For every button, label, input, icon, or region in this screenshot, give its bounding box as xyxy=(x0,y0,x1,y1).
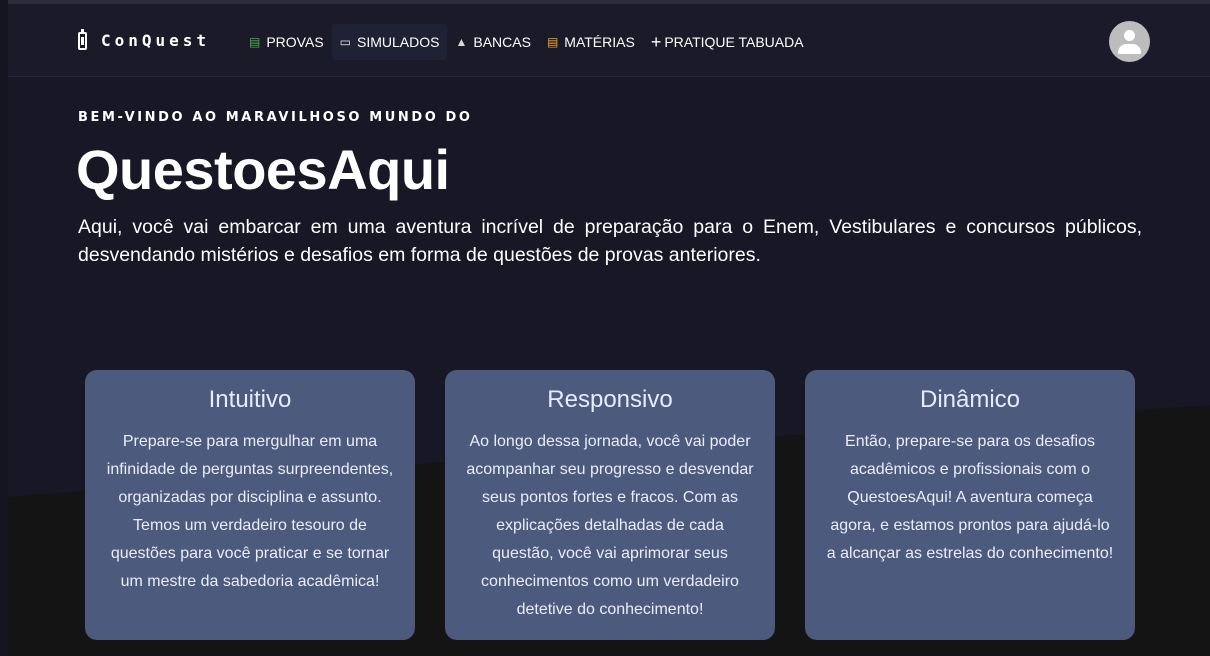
card-title: Responsivo xyxy=(547,386,673,413)
hero-title: QuestoesAqui xyxy=(76,138,450,201)
card-text: Prepare-se para mergulhar em uma infinid… xyxy=(106,433,394,590)
bank-icon: ▲ xyxy=(455,35,468,49)
nav-item-bancas[interactable]: ▲ BANCAS xyxy=(447,24,538,60)
feature-card-intuitivo: Intuitivo Prepare-se para mergulhar em u… xyxy=(85,370,415,640)
feature-card-dinamico: Dinâmico Então, prepare-se para os desaf… xyxy=(805,370,1135,640)
battery-icon xyxy=(78,28,87,50)
plus-icon: + xyxy=(650,32,662,52)
nav-item-pratique-tabuada[interactable]: + PRATIQUE TABUADA xyxy=(643,24,812,60)
card-text: Então, prepare-se para os desafios acadê… xyxy=(826,433,1114,562)
app-window: ConQuest ▤ PROVAS ▭ SIMULADOS ▲ BANCAS ▤… xyxy=(0,0,1210,656)
nav-item-label: PRATIQUE TABUADA xyxy=(664,34,804,50)
books-stack-icon: ▤ xyxy=(546,35,559,49)
nav-item-label: BANCAS xyxy=(473,34,531,50)
nav-item-provas[interactable]: ▤ PROVAS xyxy=(241,24,332,60)
books-icon: ▤ xyxy=(249,35,261,49)
nav-item-label: MATÉRIAS xyxy=(564,34,635,50)
hero-section: BEM-VINDO AO MARAVILHOSO MUNDO DO Questo… xyxy=(8,77,1210,656)
window-frame-left xyxy=(0,0,8,656)
top-navbar: ConQuest ▤ PROVAS ▭ SIMULADOS ▲ BANCAS ▤… xyxy=(8,4,1210,77)
nav-item-simulados[interactable]: ▭ SIMULADOS xyxy=(331,24,448,60)
card-title: Dinâmico xyxy=(919,386,1021,413)
hero-eyebrow: BEM-VINDO AO MARAVILHOSO MUNDO DO xyxy=(78,110,473,125)
nav-item-label: PROVAS xyxy=(266,34,324,50)
document-icon: ▭ xyxy=(339,35,351,49)
nav-links: ▤ PROVAS ▭ SIMULADOS ▲ BANCAS ▤ MATÉRIAS… xyxy=(241,24,812,60)
feature-card-responsivo: Responsivo Ao longo dessa jornada, você … xyxy=(445,370,775,640)
card-title: Intuitivo xyxy=(208,386,292,413)
hero-description: Aqui, você vai embarcar em uma aventura … xyxy=(78,216,1142,266)
nav-item-label: SIMULADOS xyxy=(357,34,440,50)
brand-name: ConQuest xyxy=(101,31,211,50)
card-text: Ao longo dessa jornada, você vai poder a… xyxy=(466,433,754,618)
user-avatar-button[interactable] xyxy=(1109,21,1150,62)
nav-item-materias[interactable]: ▤ MATÉRIAS xyxy=(539,24,643,60)
brand-logo[interactable]: ConQuest xyxy=(78,28,211,50)
